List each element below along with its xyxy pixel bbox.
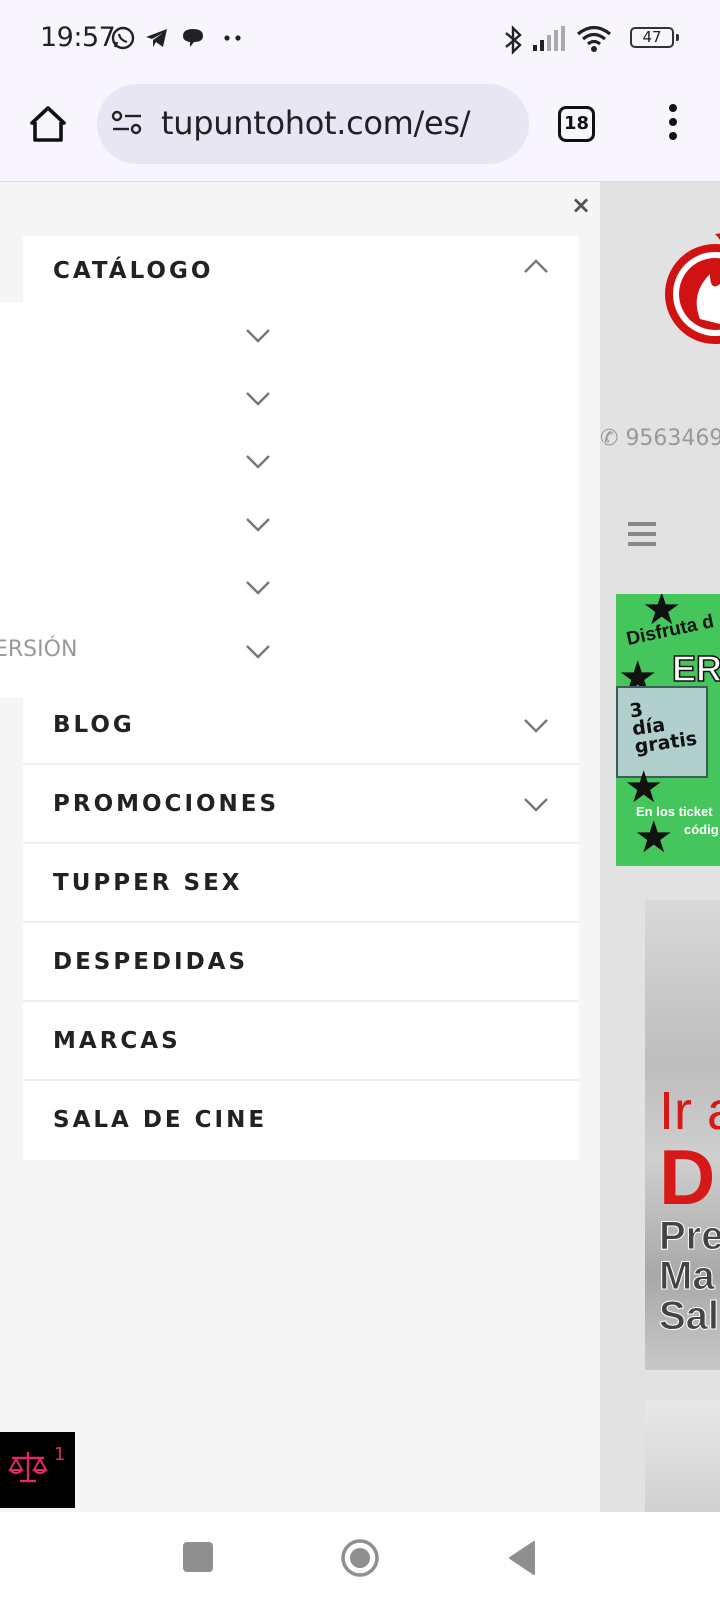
chevron-down-icon[interactable] <box>245 322 271 348</box>
ad-text-3: Pre Ma Sal <box>659 1214 720 1338</box>
star-shape: ★ <box>634 813 674 862</box>
close-icon[interactable]: × <box>568 192 594 218</box>
bluetooth-icon <box>505 25 522 55</box>
chevron-down-icon[interactable] <box>245 511 271 537</box>
battery-indicator: 47 <box>630 27 679 48</box>
url-text[interactable]: tupuntohot.com/es/ <box>161 104 471 142</box>
chevron-down-icon[interactable] <box>245 638 271 664</box>
compare-widget[interactable]: 1 <box>0 1432 75 1508</box>
status-time: 19:57 <box>40 22 116 53</box>
submenu-item[interactable] <box>0 302 579 366</box>
menu-item-label: PROMOCIONES <box>53 791 280 817</box>
browser-toolbar: tupuntohot.com/es/ 18 <box>0 78 720 182</box>
promo-footer-text-2: códig <box>684 822 719 837</box>
phone-icon: ✆ <box>600 426 626 451</box>
menu-item-despedidas[interactable]: DESPEDIDAS <box>23 923 579 1002</box>
menu-item-catalogo[interactable]: CATÁLOGO <box>23 236 579 302</box>
ad-banner[interactable]: Ir a D Pre Ma Sal <box>645 900 720 1370</box>
wifi-icon <box>576 25 612 52</box>
chevron-down-icon[interactable] <box>523 712 549 738</box>
submenu-item[interactable] <box>0 554 579 618</box>
ad-banner-2[interactable] <box>645 1400 720 1512</box>
chevron-down-icon[interactable] <box>245 574 271 600</box>
telegram-icon <box>146 29 167 47</box>
recents-button[interactable] <box>183 1542 213 1572</box>
back-button[interactable] <box>506 1540 538 1576</box>
catalog-submenu: ERSIÓN <box>0 302 579 698</box>
submenu-item[interactable] <box>0 428 579 492</box>
chevron-down-icon[interactable] <box>245 448 271 474</box>
tab-switcher-button[interactable]: 18 <box>558 106 595 142</box>
menu-item-tupper-sex[interactable]: TUPPER SEX <box>23 844 579 923</box>
chevron-up-icon[interactable] <box>523 254 549 280</box>
menu-item-label: MARCAS <box>53 1028 181 1054</box>
site-logo[interactable] <box>660 224 720 354</box>
menu-item-marcas[interactable]: MARCAS <box>23 1002 579 1081</box>
side-drawer: × CATÁLOGO BLOG PROMOCIONES TUPPER SEX D… <box>0 182 600 1512</box>
home-button[interactable] <box>340 1538 380 1578</box>
hamburger-menu-icon[interactable] <box>628 522 656 546</box>
more-notifications-icon <box>224 35 241 41</box>
menu-item-label: CATÁLOGO <box>53 258 214 284</box>
promo-headline: ER <box>671 647 720 690</box>
site-settings-icon[interactable] <box>111 108 143 138</box>
signal-icon <box>533 26 565 51</box>
home-icon[interactable] <box>28 104 68 144</box>
compare-count-badge: 1 <box>54 1444 66 1465</box>
chat-bubble-icon <box>183 29 203 47</box>
submenu-item[interactable] <box>0 491 579 555</box>
menu-item-label: TUPPER SEX <box>53 870 243 896</box>
chevron-down-icon[interactable] <box>245 385 271 411</box>
menu-item-sala-de-cine[interactable]: SALA DE CINE <box>23 1081 579 1160</box>
address-bar[interactable]: tupuntohot.com/es/ <box>97 84 529 164</box>
system-nav-bar <box>0 1512 720 1600</box>
background-page: ✆ 956346949 ★ Disfruta d ER ★ 3 día grat… <box>600 182 720 1512</box>
submenu-item[interactable] <box>0 365 579 429</box>
promo-banner[interactable]: ★ Disfruta d ER ★ 3 día gratis ★ En los … <box>616 594 720 866</box>
menu-item-label: DESPEDIDAS <box>53 949 249 975</box>
ad-text-2: D <box>659 1133 716 1221</box>
status-bar: 19:57 47 <box>0 0 720 78</box>
menu-item-label: SALA DE CINE <box>53 1107 268 1133</box>
menu-item-promociones[interactable]: PROMOCIONES <box>23 765 579 844</box>
chevron-down-icon[interactable] <box>523 791 549 817</box>
phone-number[interactable]: ✆ 956346949 <box>600 426 720 451</box>
submenu-item-label: ERSIÓN <box>0 637 78 662</box>
menu-item-label: BLOG <box>53 712 135 738</box>
whatsapp-icon <box>111 26 135 50</box>
scale-icon <box>8 1452 48 1483</box>
submenu-item-version[interactable]: ERSIÓN <box>0 618 579 682</box>
browser-menu-icon[interactable] <box>664 104 682 144</box>
